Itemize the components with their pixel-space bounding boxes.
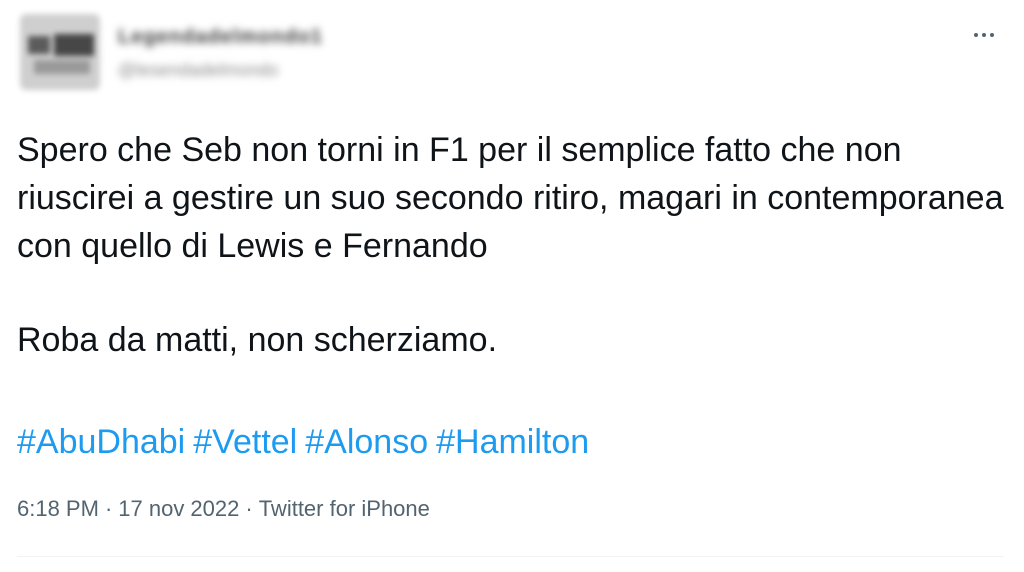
hashtag-list: #AbuDhabi #Vettel #Alonso #Hamilton <box>17 418 597 466</box>
separator: · <box>245 496 253 521</box>
tweet-paragraph: Roba da matti, non scherziamo. <box>17 321 498 359</box>
hashtag-link[interactable]: #Hamilton <box>436 423 589 461</box>
more-horizontal-icon <box>972 33 996 37</box>
more-options-button[interactable] <box>964 24 1004 46</box>
author-display-name[interactable]: Legendadelmondo1 <box>118 26 358 48</box>
separator: · <box>104 496 113 521</box>
tweet-body: Spero che Seb non torni in F1 per il sem… <box>17 126 1007 364</box>
tweet-metadata: 6:18 PM · 17 nov 2022 · Twitter for iPhone <box>17 496 430 522</box>
author-handle[interactable]: @lesendadelmondo <box>118 60 333 82</box>
tweet-time[interactable]: 6:18 PM <box>17 496 99 521</box>
divider <box>17 556 1004 557</box>
avatar[interactable] <box>20 14 100 90</box>
tweet-paragraph: Spero che Seb non torni in F1 per il sem… <box>17 131 1004 265</box>
hashtag-link[interactable]: #Alonso <box>305 423 428 461</box>
tweet-date[interactable]: 17 nov 2022 <box>118 496 239 521</box>
hashtag-link[interactable]: #Vettel <box>193 423 297 461</box>
tweet-source[interactable]: Twitter for iPhone <box>259 496 430 521</box>
tweet-card: Legendadelmondo1 @lesendadelmondo Spero … <box>0 0 1024 572</box>
hashtag-link[interactable]: #AbuDhabi <box>17 423 185 461</box>
